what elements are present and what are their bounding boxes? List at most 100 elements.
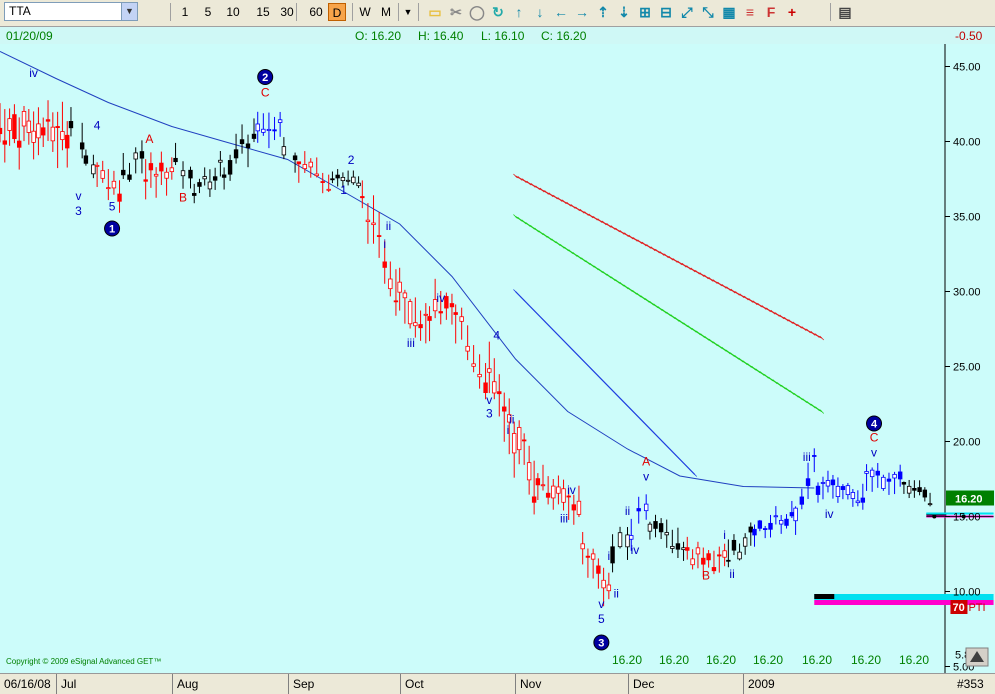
price-bar-body — [912, 488, 917, 491]
price-bar-body — [701, 557, 706, 565]
price-bar-body — [407, 301, 413, 325]
month-label: Sep — [293, 677, 315, 691]
toolbar-separator — [296, 3, 297, 21]
price-bar-body — [601, 579, 606, 589]
wave-label: ii — [386, 219, 391, 233]
price-bar-body — [585, 555, 591, 558]
price-bar-body — [365, 219, 371, 223]
tools-icon[interactable]: ✂ — [447, 3, 465, 21]
price-bar-body — [793, 507, 798, 522]
price-bar-body — [427, 316, 432, 321]
price-bar-body — [487, 368, 492, 373]
y-tick-label: 30.00 — [953, 287, 981, 299]
interval-button-15[interactable]: 15 — [252, 3, 274, 21]
wave-label: 1 — [340, 183, 347, 197]
price-bar-body — [483, 382, 488, 394]
status-high: H: 16.40 — [418, 29, 464, 43]
interval-dropdown-icon[interactable]: ▼ — [402, 3, 414, 21]
fib-icon[interactable]: F — [762, 3, 780, 21]
interval-button-D[interactable]: D — [328, 3, 346, 21]
interval-button-M[interactable]: M — [378, 3, 394, 21]
interval-button-30[interactable]: 30 — [276, 3, 298, 21]
price-bar-body — [233, 149, 239, 159]
arrow-up-icon[interactable]: ↑ — [510, 3, 528, 21]
price-bar-body — [664, 532, 669, 536]
lines-icon[interactable]: ≡ — [741, 3, 759, 21]
price-bar-body — [117, 193, 122, 202]
price-bar-body — [21, 111, 27, 127]
expand-icon[interactable]: ⤢ — [678, 3, 696, 21]
wave-label: v — [598, 597, 604, 611]
arrow-right-icon[interactable]: → — [573, 3, 591, 21]
price-bar-body — [521, 439, 527, 442]
zone-marker — [932, 514, 937, 519]
scroll-handle-icon[interactable] — [965, 647, 989, 667]
price-bar-body — [825, 480, 831, 487]
price-bar-body — [91, 164, 96, 175]
price-bar-body — [65, 134, 70, 149]
properties-icon[interactable]: ▤ — [836, 3, 854, 21]
y-tick-label: 35.00 — [953, 212, 981, 224]
interval-button-1[interactable]: 1 — [178, 3, 192, 21]
price-chart[interactable]: 70 PTI iv4v3 5ABC12iiiiviii4v3 iiiiviiiiv5i… — [0, 44, 995, 674]
toolbar-separator — [830, 3, 831, 21]
status-low: L: 16.10 — [481, 29, 525, 43]
price-bar-body — [188, 169, 193, 179]
price-bar-body — [820, 482, 826, 484]
zoom-in-icon[interactable]: ⊞ — [636, 3, 654, 21]
price-bar-body — [690, 558, 695, 566]
circle-tool-icon[interactable]: ◯ — [468, 3, 486, 21]
price-bar-body — [382, 261, 387, 268]
price-bar-body — [308, 161, 313, 168]
wave-label: ii — [625, 504, 630, 518]
arrow-down-icon[interactable]: ↓ — [531, 3, 549, 21]
price-bar-body — [492, 381, 497, 394]
wave-label: C — [870, 431, 879, 445]
interval-button-10[interactable]: 10 — [222, 3, 244, 21]
start-date-label: 06/16/08 — [4, 677, 51, 691]
price-bar-body — [685, 547, 690, 551]
price-bar-body — [647, 523, 653, 532]
move-up-icon[interactable]: ⇡ — [594, 3, 612, 21]
wave-label: 4 — [493, 329, 500, 343]
price-bar-body — [192, 193, 197, 196]
symbol-input[interactable]: TTA ▼ — [4, 2, 138, 21]
price-bar-body — [526, 462, 532, 481]
wave-label: ii — [614, 587, 619, 601]
symbol-dropdown-icon[interactable]: ▼ — [121, 3, 137, 20]
price-bar-body — [580, 543, 585, 550]
chart-frame: 70 PTI iv 4 v 3 5 A B C 1 2 ii i iv iii 4 v 3 ii i iv iii i v 5 i… — [0, 44, 995, 674]
wave-label: v — [486, 393, 492, 407]
folder-icon[interactable]: ▭ — [426, 3, 444, 21]
price-bar-body — [768, 522, 773, 530]
symbol-text: TTA — [9, 4, 31, 18]
current-price-label: 16.20 — [955, 494, 983, 506]
price-bar-body — [815, 485, 821, 495]
price-bar-body — [502, 406, 507, 412]
price-bar-body — [653, 521, 658, 529]
wave-label: iii — [560, 512, 568, 526]
wave-label: v — [75, 189, 81, 203]
arrow-left-icon[interactable]: ← — [552, 3, 570, 21]
price-bar-body — [477, 373, 482, 378]
price-bar-body — [516, 427, 522, 451]
refresh-icon[interactable]: ↻ — [489, 3, 507, 21]
interval-button-W[interactable]: W — [357, 3, 373, 21]
interval-button-5[interactable]: 5 — [201, 3, 215, 21]
price-bar-body — [545, 492, 551, 498]
interval-button-60[interactable]: 60 — [305, 3, 327, 21]
price-bar-body — [221, 174, 227, 178]
price-bar-body — [540, 484, 546, 487]
toolbar-separator — [352, 3, 353, 21]
zoom-out-icon[interactable]: ⊟ — [657, 3, 675, 21]
price-bar-body — [261, 128, 266, 133]
price-bar-body — [643, 503, 649, 512]
crosshair-icon[interactable]: + — [783, 3, 801, 21]
price-bar-body — [360, 196, 365, 199]
collapse-icon[interactable]: ⤡ — [699, 3, 717, 21]
move-down-icon[interactable]: ⇣ — [615, 3, 633, 21]
month-label: Aug — [177, 677, 199, 691]
price-bar-body — [227, 160, 233, 175]
grid-icon[interactable]: ▦ — [720, 3, 738, 21]
wave-label: iv — [567, 483, 576, 497]
